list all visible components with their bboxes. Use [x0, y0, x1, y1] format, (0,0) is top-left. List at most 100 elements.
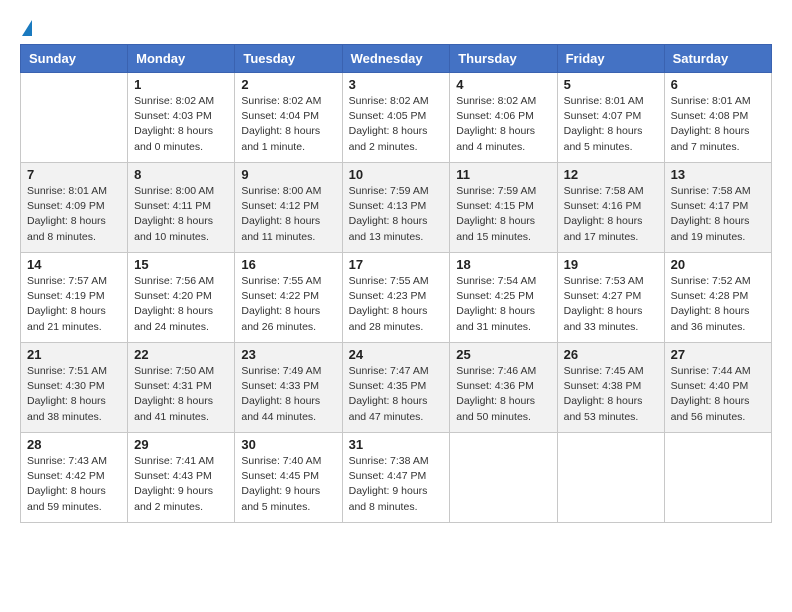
day-info: Sunrise: 7:38 AM Sunset: 4:47 PM Dayligh…	[349, 454, 444, 515]
day-info: Sunrise: 7:55 AM Sunset: 4:23 PM Dayligh…	[349, 274, 444, 335]
calendar-cell: 19Sunrise: 7:53 AM Sunset: 4:27 PM Dayli…	[557, 253, 664, 343]
day-info: Sunrise: 7:57 AM Sunset: 4:19 PM Dayligh…	[27, 274, 121, 335]
calendar-cell: 5 Sunrise: 8:01 AM Sunset: 4:07 PM Daylig…	[557, 73, 664, 163]
calendar-cell: 9 Sunrise: 8:00 AM Sunset: 4:12 PM Daylig…	[235, 163, 342, 253]
day-info: Sunrise: 7:45 AM Sunset: 4:38 PM Dayligh…	[564, 364, 658, 425]
day-number: 23	[241, 347, 335, 362]
day-number: 9	[241, 167, 335, 182]
day-number: 27	[671, 347, 765, 362]
calendar-cell: 21Sunrise: 7:51 AM Sunset: 4:30 PM Dayli…	[21, 343, 128, 433]
day-info: Sunrise: 8:02 AM Sunset: 4:03 PM Dayligh…	[134, 94, 228, 155]
day-info: Sunrise: 8:02 AM Sunset: 4:04 PM Dayligh…	[241, 94, 335, 155]
day-number: 6	[671, 77, 765, 92]
day-info: Sunrise: 7:59 AM Sunset: 4:13 PM Dayligh…	[349, 184, 444, 245]
calendar-cell: 18 Sunrise: 7:54 AM Sunset: 4:25 PM Dayli…	[450, 253, 557, 343]
calendar-cell: 30 Sunrise: 7:40 AM Sunset: 4:45 PM Dayli…	[235, 433, 342, 523]
day-number: 2	[241, 77, 335, 92]
day-number: 14	[27, 257, 121, 272]
day-number: 19	[564, 257, 658, 272]
calendar-header-row: SundayMondayTuesdayWednesdayThursdayFrid…	[21, 45, 772, 73]
day-info: Sunrise: 7:40 AM Sunset: 4:45 PM Dayligh…	[241, 454, 335, 515]
day-number: 17	[349, 257, 444, 272]
calendar-cell: 28 Sunrise: 7:43 AM Sunset: 4:42 PM Dayli…	[21, 433, 128, 523]
day-number: 10	[349, 167, 444, 182]
calendar-cell: 1 Sunrise: 8:02 AM Sunset: 4:03 PM Daylig…	[128, 73, 235, 163]
day-info: Sunrise: 7:46 AM Sunset: 4:36 PM Dayligh…	[456, 364, 550, 425]
calendar-cell: 17 Sunrise: 7:55 AM Sunset: 4:23 PM Dayli…	[342, 253, 450, 343]
day-number: 31	[349, 437, 444, 452]
day-number: 5	[564, 77, 658, 92]
day-number: 13	[671, 167, 765, 182]
calendar-header-saturday: Saturday	[664, 45, 771, 73]
day-info: Sunrise: 7:56 AM Sunset: 4:20 PM Dayligh…	[134, 274, 228, 335]
calendar-cell	[557, 433, 664, 523]
calendar-header-sunday: Sunday	[21, 45, 128, 73]
calendar-cell: 15 Sunrise: 7:56 AM Sunset: 4:20 PM Dayli…	[128, 253, 235, 343]
logo-triangle-icon	[22, 20, 32, 36]
day-info: Sunrise: 7:51 AM Sunset: 4:30 PM Dayligh…	[27, 364, 121, 425]
calendar-cell: 6 Sunrise: 8:01 AM Sunset: 4:08 PM Daylig…	[664, 73, 771, 163]
day-number: 20	[671, 257, 765, 272]
day-info: Sunrise: 8:01 AM Sunset: 4:08 PM Dayligh…	[671, 94, 765, 155]
day-info: Sunrise: 7:58 AM Sunset: 4:17 PM Dayligh…	[671, 184, 765, 245]
calendar-cell: 2 Sunrise: 8:02 AM Sunset: 4:04 PM Daylig…	[235, 73, 342, 163]
calendar-cell: 26 Sunrise: 7:45 AM Sunset: 4:38 PM Dayli…	[557, 343, 664, 433]
day-info: Sunrise: 8:01 AM Sunset: 4:09 PM Dayligh…	[27, 184, 121, 245]
day-info: Sunrise: 7:41 AM Sunset: 4:43 PM Dayligh…	[134, 454, 228, 515]
day-number: 26	[564, 347, 658, 362]
calendar-header-thursday: Thursday	[450, 45, 557, 73]
calendar-cell: 24 Sunrise: 7:47 AM Sunset: 4:35 PM Dayli…	[342, 343, 450, 433]
day-info: Sunrise: 7:54 AM Sunset: 4:25 PM Dayligh…	[456, 274, 550, 335]
day-number: 7	[27, 167, 121, 182]
calendar-header-monday: Monday	[128, 45, 235, 73]
day-number: 25	[456, 347, 550, 362]
calendar-week-row: 14 Sunrise: 7:57 AM Sunset: 4:19 PM Dayli…	[21, 253, 772, 343]
calendar-week-row: 28 Sunrise: 7:43 AM Sunset: 4:42 PM Dayli…	[21, 433, 772, 523]
day-info: Sunrise: 7:59 AM Sunset: 4:15 PM Dayligh…	[456, 184, 550, 245]
calendar-cell: 3Sunrise: 8:02 AM Sunset: 4:05 PM Daylig…	[342, 73, 450, 163]
day-info: Sunrise: 7:44 AM Sunset: 4:40 PM Dayligh…	[671, 364, 765, 425]
day-number: 18	[456, 257, 550, 272]
calendar-cell: 29Sunrise: 7:41 AM Sunset: 4:43 PM Dayli…	[128, 433, 235, 523]
day-number: 1	[134, 77, 228, 92]
calendar-cell	[664, 433, 771, 523]
day-number: 15	[134, 257, 228, 272]
day-number: 11	[456, 167, 550, 182]
day-number: 8	[134, 167, 228, 182]
calendar-cell	[21, 73, 128, 163]
calendar-cell: 12Sunrise: 7:58 AM Sunset: 4:16 PM Dayli…	[557, 163, 664, 253]
day-info: Sunrise: 8:00 AM Sunset: 4:12 PM Dayligh…	[241, 184, 335, 245]
day-info: Sunrise: 8:01 AM Sunset: 4:07 PM Dayligh…	[564, 94, 658, 155]
calendar-cell: 14 Sunrise: 7:57 AM Sunset: 4:19 PM Dayli…	[21, 253, 128, 343]
calendar-week-row: 1 Sunrise: 8:02 AM Sunset: 4:03 PM Daylig…	[21, 73, 772, 163]
calendar-cell: 13 Sunrise: 7:58 AM Sunset: 4:17 PM Dayli…	[664, 163, 771, 253]
day-info: Sunrise: 7:43 AM Sunset: 4:42 PM Dayligh…	[27, 454, 121, 515]
day-number: 12	[564, 167, 658, 182]
calendar-cell: 8 Sunrise: 8:00 AM Sunset: 4:11 PM Daylig…	[128, 163, 235, 253]
day-info: Sunrise: 7:52 AM Sunset: 4:28 PM Dayligh…	[671, 274, 765, 335]
day-number: 28	[27, 437, 121, 452]
day-info: Sunrise: 7:50 AM Sunset: 4:31 PM Dayligh…	[134, 364, 228, 425]
calendar-cell: 22 Sunrise: 7:50 AM Sunset: 4:31 PM Dayli…	[128, 343, 235, 433]
calendar-week-row: 7 Sunrise: 8:01 AM Sunset: 4:09 PM Daylig…	[21, 163, 772, 253]
page-header	[20, 20, 772, 36]
calendar-cell: 10 Sunrise: 7:59 AM Sunset: 4:13 PM Dayli…	[342, 163, 450, 253]
day-number: 4	[456, 77, 550, 92]
calendar-cell: 7 Sunrise: 8:01 AM Sunset: 4:09 PM Daylig…	[21, 163, 128, 253]
day-info: Sunrise: 8:00 AM Sunset: 4:11 PM Dayligh…	[134, 184, 228, 245]
calendar-header-wednesday: Wednesday	[342, 45, 450, 73]
day-number: 16	[241, 257, 335, 272]
day-number: 3	[349, 77, 444, 92]
day-info: Sunrise: 7:55 AM Sunset: 4:22 PM Dayligh…	[241, 274, 335, 335]
day-number: 22	[134, 347, 228, 362]
calendar-cell: 4Sunrise: 8:02 AM Sunset: 4:06 PM Daylig…	[450, 73, 557, 163]
logo	[20, 20, 32, 36]
calendar-cell: 23 Sunrise: 7:49 AM Sunset: 4:33 PM Dayli…	[235, 343, 342, 433]
day-number: 30	[241, 437, 335, 452]
calendar-cell: 31 Sunrise: 7:38 AM Sunset: 4:47 PM Dayli…	[342, 433, 450, 523]
day-number: 24	[349, 347, 444, 362]
calendar-table: SundayMondayTuesdayWednesdayThursdayFrid…	[20, 44, 772, 523]
day-info: Sunrise: 7:47 AM Sunset: 4:35 PM Dayligh…	[349, 364, 444, 425]
calendar-header-friday: Friday	[557, 45, 664, 73]
day-info: Sunrise: 7:49 AM Sunset: 4:33 PM Dayligh…	[241, 364, 335, 425]
